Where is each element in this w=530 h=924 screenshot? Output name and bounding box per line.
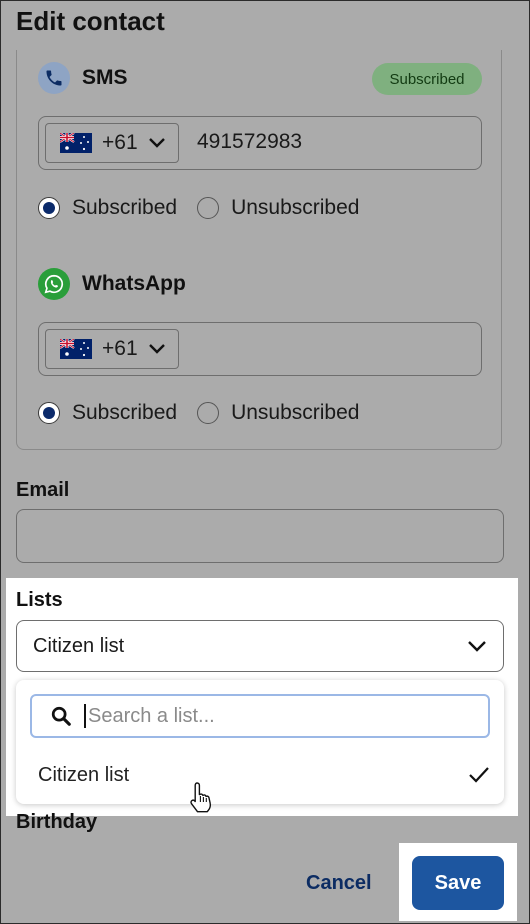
sms-phone-input[interactable]: 491572983 — [197, 130, 302, 154]
page-title: Edit contact — [16, 6, 165, 36]
sms-label: SMS — [82, 66, 128, 89]
check-icon — [469, 767, 489, 783]
birthday-label: Birthday — [16, 811, 98, 833]
hand-pointer-icon — [190, 782, 212, 813]
chevron-down-icon — [148, 344, 165, 354]
email-field[interactable] — [16, 509, 504, 563]
save-button[interactable]: Save — [412, 856, 504, 910]
chevron-down-icon — [468, 641, 486, 652]
phone-icon — [38, 62, 70, 94]
whatsapp-subscription-radios: Subscribed Unsubscribed — [38, 401, 379, 425]
text-caret — [84, 704, 86, 728]
lists-selected-value: Citizen list — [33, 634, 125, 657]
whatsapp-radio-unsubscribed-label: Unsubscribed — [231, 401, 360, 424]
sms-phone-field[interactable]: +61 491572983 — [38, 116, 482, 170]
lists-select[interactable]: Citizen list — [16, 620, 504, 672]
email-label: Email — [16, 479, 70, 501]
whatsapp-radio-subscribed[interactable] — [38, 402, 60, 424]
sms-radio-unsubscribed-label: Unsubscribed — [231, 196, 360, 219]
lists-label: Lists — [16, 589, 63, 611]
lists-dropdown: Search a list... Citizen list — [16, 680, 504, 804]
sms-radio-subscribed[interactable] — [38, 197, 60, 219]
cancel-button[interactable]: Cancel — [306, 872, 372, 895]
list-search-placeholder: Search a list... — [88, 704, 215, 727]
status-badge: Subscribed — [372, 63, 482, 95]
whatsapp-radio-unsubscribed[interactable] — [197, 402, 220, 424]
whatsapp-country-select[interactable]: +61 — [45, 329, 179, 369]
whatsapp-label: WhatsApp — [82, 272, 186, 295]
whatsapp-radio-subscribed-label: Subscribed — [72, 401, 178, 424]
whatsapp-icon — [38, 268, 70, 300]
whatsapp-country-code: +61 — [102, 337, 138, 360]
channels-section — [16, 50, 502, 450]
sms-subscription-radios: Subscribed Unsubscribed — [38, 196, 379, 220]
australia-flag-icon — [60, 133, 92, 153]
search-icon — [51, 706, 71, 726]
list-search-input[interactable]: Search a list... — [30, 694, 490, 738]
sms-radio-unsubscribed[interactable] — [197, 197, 220, 219]
chevron-down-icon — [148, 138, 165, 148]
australia-flag-icon — [60, 339, 92, 359]
sms-country-select[interactable]: +61 — [45, 123, 179, 163]
whatsapp-phone-field[interactable]: +61 — [38, 322, 482, 376]
sms-radio-subscribed-label: Subscribed — [72, 196, 178, 219]
lists-section: Lists Citizen list Search a list... Citi… — [6, 578, 518, 816]
sms-country-code: +61 — [102, 131, 138, 154]
save-highlight: Save — [399, 843, 517, 921]
list-option-citizen-list[interactable]: Citizen list — [38, 764, 129, 787]
